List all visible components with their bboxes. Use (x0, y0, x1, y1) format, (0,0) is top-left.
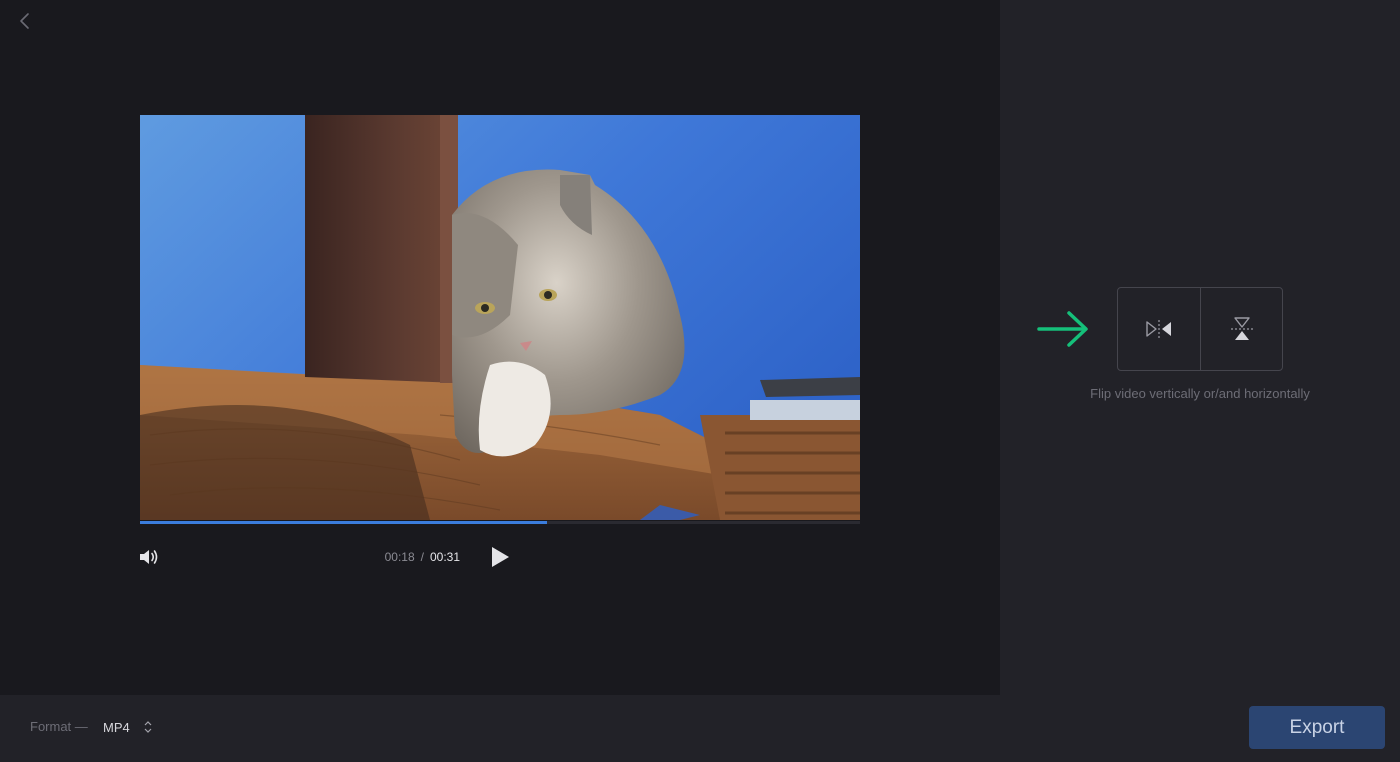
speaker-icon (140, 550, 158, 564)
bottom-toolbar (0, 695, 1400, 762)
format-value: MP4 (103, 719, 130, 735)
format-label: Format — (30, 719, 88, 734)
time-display: 00:18 / 00:31 (385, 550, 460, 564)
progress-bar[interactable] (140, 521, 860, 524)
format-select[interactable]: MP4 (103, 716, 152, 738)
preview-area: 00:18 / 00:31 (0, 0, 1000, 695)
video-frame[interactable] (140, 115, 860, 520)
chevron-updown-icon (144, 721, 152, 733)
current-time: 00:18 (384, 550, 415, 564)
flip-horizontal-icon (1146, 320, 1171, 338)
arrow-right-icon (1037, 311, 1088, 347)
flip-controls (1117, 287, 1283, 371)
flip-horizontal-button[interactable] (1118, 288, 1200, 370)
volume-button[interactable] (137, 546, 161, 568)
flip-caption: Flip video vertically or/and horizontall… (1090, 386, 1310, 401)
flip-vertical-button[interactable] (1200, 288, 1282, 370)
total-time: 00:31 (429, 550, 460, 564)
back-button[interactable] (14, 10, 36, 32)
chevron-left-icon (20, 13, 29, 29)
export-button[interactable]: Export (1249, 706, 1385, 749)
play-button[interactable] (488, 545, 512, 569)
flip-vertical-icon (1230, 317, 1253, 340)
video-flip-app: 00:18 / 00:31 Flip video vertically or/and… (0, 0, 1400, 762)
video-thumbnail (140, 115, 860, 520)
play-icon (492, 547, 509, 567)
time-separator: / (420, 550, 424, 564)
progress-fill (140, 521, 547, 524)
